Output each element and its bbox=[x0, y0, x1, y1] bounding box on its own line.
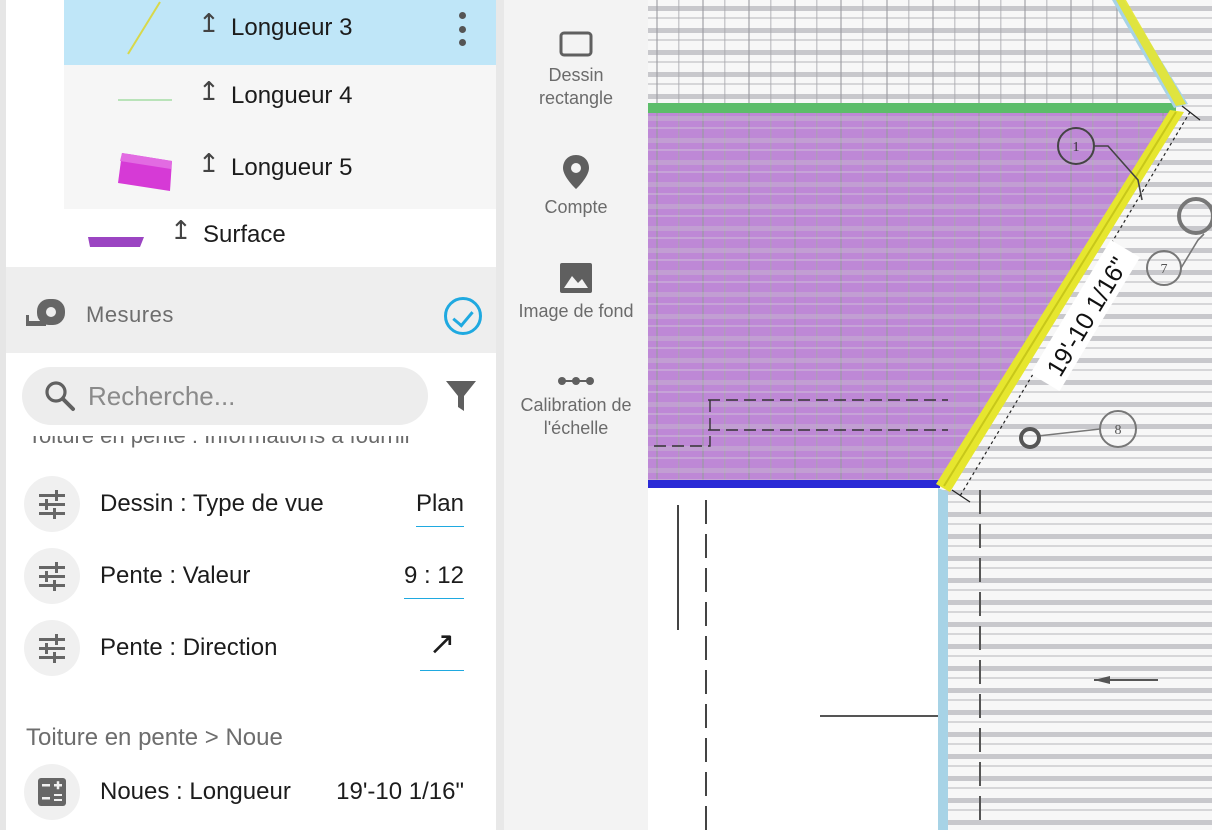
layer-label: Surface bbox=[203, 221, 286, 248]
layer-row-longueur-3[interactable]: ↥ Longueur 3 bbox=[64, 0, 496, 65]
property-name: Dessin : Type de vue bbox=[100, 490, 324, 517]
layer-label: Longueur 3 bbox=[231, 14, 353, 41]
magenta-box-thumbnail bbox=[118, 153, 172, 191]
sliders-icon bbox=[24, 620, 80, 676]
tool-label: Image de fond bbox=[518, 301, 634, 321]
calculator-icon bbox=[24, 764, 80, 820]
valley-length-value: 19'-10 1/16" bbox=[336, 778, 464, 805]
white-area bbox=[648, 488, 940, 830]
draw-rectangle-tool[interactable]: Dessin rectangle bbox=[504, 30, 648, 110]
tool-label: Dessin bbox=[548, 65, 604, 85]
property-row-slope-value[interactable]: Pente : Valeur 9 : 12 bbox=[6, 540, 496, 612]
property-name: Pente : Direction bbox=[100, 634, 278, 661]
panel-edge bbox=[0, 0, 6, 830]
pin-icon: ↥ bbox=[198, 148, 220, 178]
tool-label: l'échelle bbox=[543, 418, 609, 438]
scroll-mask bbox=[6, 425, 496, 436]
measures-section-header[interactable]: Mesures bbox=[6, 267, 496, 353]
filter-icon[interactable] bbox=[444, 378, 478, 414]
slope-value-input[interactable]: 9 : 12 bbox=[403, 562, 464, 599]
layer-label: Longueur 4 bbox=[231, 82, 353, 109]
pin-icon: ↥ bbox=[198, 76, 220, 106]
search-icon bbox=[45, 381, 75, 411]
calibration-icon bbox=[558, 377, 594, 385]
roof-hatch-top-vertical bbox=[648, 0, 1118, 110]
search-bar[interactable] bbox=[22, 367, 428, 425]
more-options-icon[interactable] bbox=[458, 12, 466, 46]
callout-number: 1 bbox=[1073, 140, 1080, 155]
callout-number: 8 bbox=[1115, 423, 1122, 438]
layer-row-longueur-4[interactable]: ↥ Longueur 4 bbox=[64, 65, 496, 137]
image-icon bbox=[560, 263, 592, 293]
roof-plan-drawing[interactable]: 19'-10 1/16" 1 7 8 bbox=[648, 0, 1212, 830]
background-image-tool[interactable]: Image de fond bbox=[504, 262, 648, 323]
scale-calibration-tool[interactable]: Calibration de l'échelle bbox=[504, 374, 648, 440]
layer-row-surface[interactable]: ↥ Surface bbox=[6, 209, 496, 267]
property-row-slope-direction[interactable]: Pente : Direction ↗ bbox=[6, 612, 496, 684]
tool-label: Calibration de bbox=[520, 395, 632, 415]
property-name: Noues : Longueur bbox=[100, 778, 291, 805]
layer-label: Longueur 5 bbox=[231, 154, 353, 181]
yellow-line-thumbnail bbox=[127, 1, 161, 55]
check-circle-icon[interactable] bbox=[444, 297, 482, 335]
pin-icon: ↥ bbox=[170, 215, 192, 245]
property-row-valley-length[interactable]: Noues : Longueur 19'-10 1/16" bbox=[6, 756, 496, 828]
pin-icon: ↥ bbox=[198, 8, 220, 38]
count-tool[interactable]: Compte bbox=[504, 154, 648, 219]
rectangle-icon bbox=[559, 31, 593, 57]
property-name: Pente : Valeur bbox=[100, 562, 251, 589]
edge-lightblue[interactable] bbox=[938, 488, 948, 830]
measures-label: Mesures bbox=[86, 302, 174, 327]
tool-label: Compte bbox=[544, 197, 608, 217]
layers-panel: ↥ Longueur 3 ↥ Longueur 4 ↥ Longueur 5 ↥… bbox=[0, 0, 496, 830]
edge-green[interactable] bbox=[648, 103, 1176, 113]
edge-blue[interactable] bbox=[648, 480, 940, 488]
view-type-select[interactable]: Plan bbox=[415, 490, 464, 527]
sliders-icon bbox=[24, 548, 80, 604]
roof-hatch-lower-right bbox=[944, 492, 1212, 830]
section-title: Toiture en pente > Noue bbox=[26, 724, 283, 751]
sliders-icon bbox=[24, 476, 80, 532]
green-line-thumbnail bbox=[118, 99, 172, 101]
slope-direction-select[interactable]: ↗ bbox=[420, 624, 464, 671]
search-input[interactable] bbox=[88, 375, 408, 417]
purple-bar-thumbnail bbox=[88, 237, 144, 247]
layer-row-longueur-5[interactable]: ↥ Longueur 5 bbox=[64, 137, 496, 209]
tool-label: rectangle bbox=[538, 88, 614, 108]
property-row-view-type[interactable]: Dessin : Type de vue Plan bbox=[6, 468, 496, 540]
callout-number: 7 bbox=[1161, 262, 1168, 277]
tape-measure-icon bbox=[26, 299, 65, 326]
drawing-toolbar: Dessin rectangle Compte Image de fond Ca… bbox=[496, 0, 648, 830]
drawing-canvas[interactable]: 19'-10 1/16" 1 7 8 bbox=[648, 0, 1212, 830]
location-pin-icon bbox=[563, 155, 589, 189]
